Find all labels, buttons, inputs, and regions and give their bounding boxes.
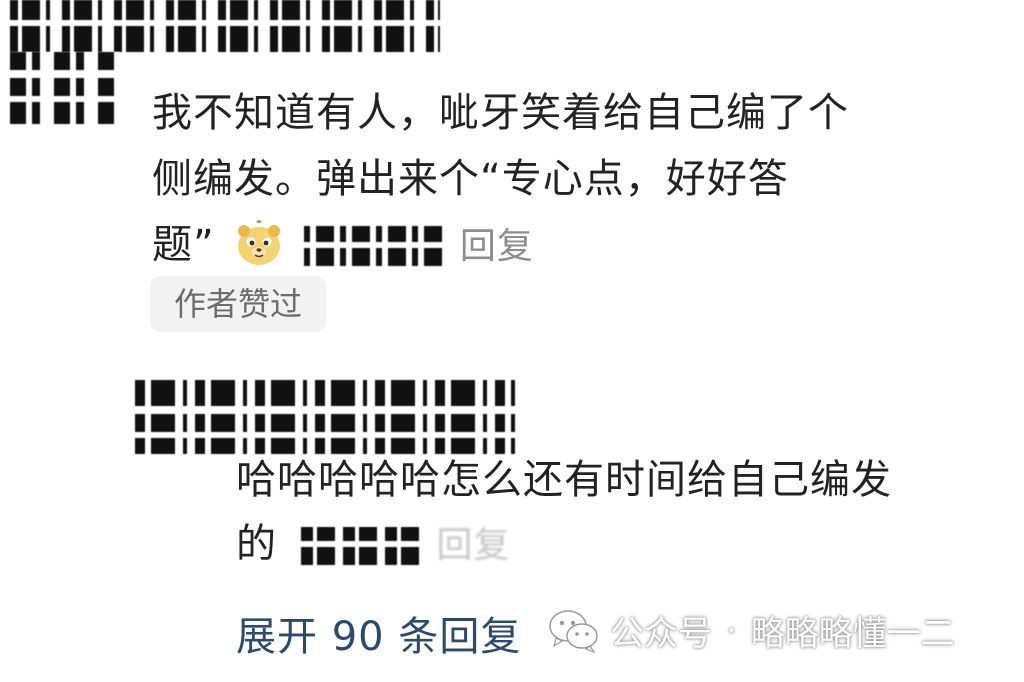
- reply-text-line: 哈哈哈哈哈怎么还有时间给自己编发: [236, 457, 892, 503]
- redacted-timestamp: [304, 226, 445, 266]
- comment-text: 我不知道有人，呲牙笑着给自己编了个 侧编发。弹出来个“专心点，好好答 题” 回复: [152, 80, 972, 280]
- redacted-avatar: [10, 52, 120, 124]
- watermark-platform: 公众号: [610, 614, 712, 654]
- reply-button[interactable]: 回复: [460, 226, 534, 267]
- nested-reply: 哈哈哈哈哈怎么还有时间给自己编发 的 回复: [236, 448, 1006, 578]
- author-liked-badge: 作者赞过: [150, 276, 327, 332]
- expand-replies-link[interactable]: 展开 90 条回复: [236, 604, 521, 662]
- reply-text-line-last: 的 回复: [236, 512, 1006, 578]
- wechat-icon: [549, 609, 598, 653]
- redacted-reply-username: [135, 380, 515, 454]
- redacted-username: [10, 0, 440, 52]
- comment-text-line: 侧编发。弹出来个“专心点，好好答: [152, 156, 789, 202]
- comment-text-tail: 题”: [152, 222, 215, 268]
- redacted-reply-timestamp: [300, 527, 421, 565]
- watermark: 公众号 · 略略略懂一二: [548, 606, 955, 655]
- comment-text-line-last: 题” 回复: [152, 212, 972, 280]
- reply-text-tail: 的: [236, 521, 277, 567]
- comment-text-line: 我不知道有人，呲牙笑着给自己编了个: [152, 90, 849, 136]
- watermark-account: 略略略懂一二: [750, 614, 955, 654]
- reply-button[interactable]: 回复: [436, 525, 510, 566]
- watermark-separator: ·: [726, 610, 737, 651]
- bear-face-emoji: [238, 220, 281, 265]
